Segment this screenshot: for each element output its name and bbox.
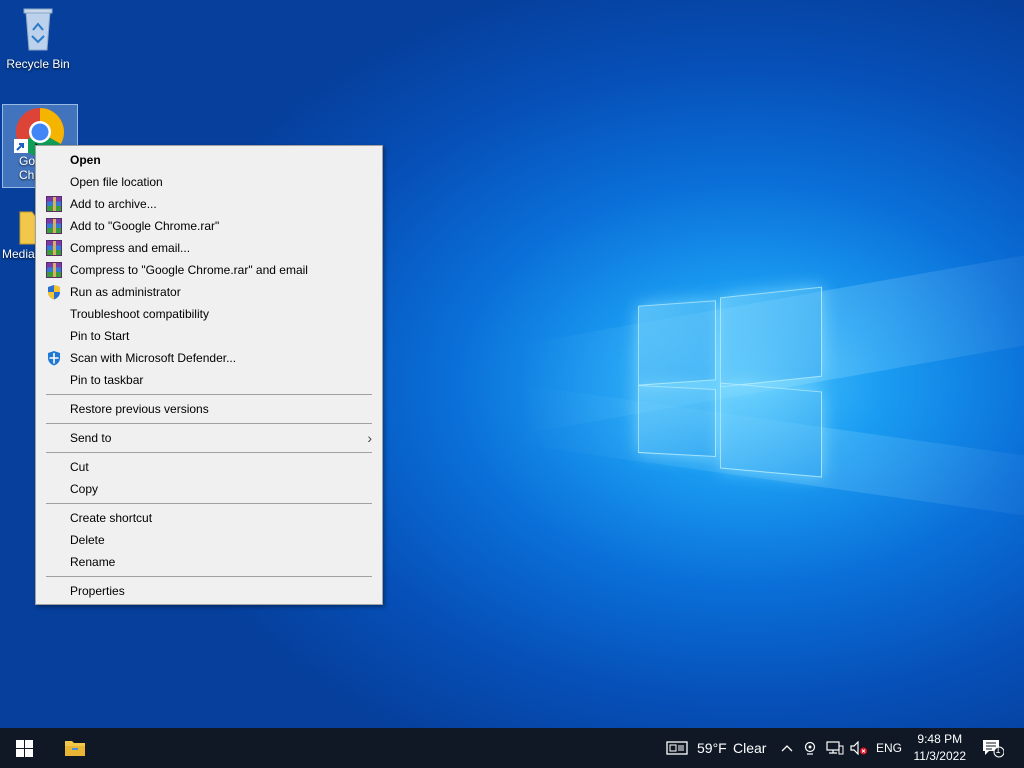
menu-item-label: Compress to "Google Chrome.rar" and emai… — [70, 263, 308, 277]
news-weather-icon — [666, 741, 688, 755]
weather-widget-icon-wrap[interactable] — [664, 728, 690, 768]
desktop-icon-media[interactable]: Media — [0, 206, 53, 261]
recycle-bin-icon — [23, 8, 53, 51]
menu-separator — [46, 576, 372, 577]
menu-item-open[interactable]: Open — [36, 149, 382, 171]
menu-item-compress-to-rar-and-email[interactable]: Compress to "Google Chrome.rar" and emai… — [36, 259, 382, 281]
chevron-up-icon — [781, 745, 793, 752]
menu-item-label: Run as administrator — [70, 285, 181, 299]
context-menu: Open Open file location Add to archive..… — [35, 145, 383, 605]
desktop-icon-label: Recycle Bin — [6, 57, 70, 71]
menu-item-label: Copy — [70, 482, 99, 496]
taskbar-clock[interactable]: 9:48 PM 11/3/2022 — [914, 731, 967, 765]
menu-item-label: Compress and email... — [70, 241, 191, 255]
menu-item-label: Restore previous versions — [70, 402, 209, 416]
show-hidden-icons-button[interactable] — [778, 728, 796, 768]
menu-item-run-as-administrator[interactable]: Run as administrator — [36, 281, 382, 303]
menu-item-add-to-rar[interactable]: Add to "Google Chrome.rar" — [36, 215, 382, 237]
menu-item-rename[interactable]: Rename — [36, 551, 382, 573]
menu-separator — [46, 423, 372, 424]
menu-separator — [46, 503, 372, 504]
menu-item-label: Open — [70, 153, 101, 167]
menu-item-create-shortcut[interactable]: Create shortcut — [36, 507, 382, 529]
menu-item-cut[interactable]: Cut — [36, 456, 382, 478]
winrar-icon — [46, 240, 62, 256]
menu-separator — [46, 452, 372, 453]
menu-item-label: Properties — [70, 584, 125, 598]
winrar-icon — [46, 218, 62, 234]
desktop-icon-recycle-bin[interactable]: Recycle Bin — [6, 6, 70, 71]
tray-meet-now[interactable] — [800, 728, 820, 768]
menu-item-label: Scan with Microsoft Defender... — [70, 351, 237, 365]
menu-item-label: Create shortcut — [70, 511, 153, 525]
menu-item-label: Send to — [70, 431, 112, 445]
menu-item-label: Open file location — [70, 175, 163, 189]
tray-network[interactable] — [824, 728, 846, 768]
clock-time: 9:48 PM — [917, 732, 963, 746]
input-language-indicator[interactable]: ENG — [876, 728, 902, 768]
menu-item-scan-with-defender[interactable]: Scan with Microsoft Defender... — [36, 347, 382, 369]
menu-item-label: Add to "Google Chrome.rar" — [70, 219, 220, 233]
menu-item-send-to[interactable]: Send to › — [36, 427, 382, 449]
menu-item-label: Add to archive... — [70, 197, 157, 211]
menu-item-label: Pin to Start — [70, 329, 130, 343]
weather-description[interactable]: Clear — [733, 728, 766, 768]
menu-item-properties[interactable]: Properties — [36, 580, 382, 602]
tray-volume-muted[interactable] — [849, 728, 869, 768]
menu-item-add-to-archive[interactable]: Add to archive... — [36, 193, 382, 215]
menu-item-copy[interactable]: Copy — [36, 478, 382, 500]
menu-item-open-file-location[interactable]: Open file location — [36, 171, 382, 193]
winrar-icon — [46, 196, 62, 212]
menu-item-delete[interactable]: Delete — [36, 529, 382, 551]
menu-item-label: Troubleshoot compatibility — [70, 307, 209, 321]
menu-item-restore-previous-versions[interactable]: Restore previous versions — [36, 398, 382, 420]
taskbar: 59°F Clear ENG 9:48 PM 11/3/2022 1 — [0, 728, 1024, 768]
webcam-icon — [804, 741, 816, 755]
clock-date: 11/3/2022 — [913, 749, 967, 763]
desktop-icon-label: Media — [2, 247, 35, 261]
menu-item-troubleshoot-compatibility[interactable]: Troubleshoot compatibility — [36, 303, 382, 325]
weather-temperature[interactable]: 59°F — [697, 728, 727, 768]
shortcut-arrow-icon — [14, 139, 28, 153]
chevron-right-icon: › — [367, 430, 372, 446]
menu-item-label: Cut — [70, 460, 89, 474]
file-explorer-icon — [65, 741, 85, 756]
menu-separator — [46, 394, 372, 395]
menu-item-label: Rename — [70, 555, 116, 569]
defender-icon — [48, 351, 60, 366]
speaker-muted-icon — [850, 741, 867, 755]
menu-item-label: Pin to taskbar — [70, 373, 144, 387]
action-center-button[interactable]: 1 — [980, 728, 1006, 768]
network-icon — [826, 741, 844, 755]
winrar-icon — [46, 262, 62, 278]
start-button[interactable] — [0, 728, 48, 768]
taskbar-file-explorer[interactable] — [52, 728, 98, 768]
windows-start-icon — [15, 739, 33, 757]
uac-shield-icon — [48, 285, 60, 300]
notification-count-badge: 1 — [995, 745, 1001, 755]
menu-item-pin-to-taskbar[interactable]: Pin to taskbar — [36, 369, 382, 391]
menu-item-label: Delete — [70, 533, 105, 547]
menu-item-pin-to-start[interactable]: Pin to Start — [36, 325, 382, 347]
menu-item-compress-and-email[interactable]: Compress and email... — [36, 237, 382, 259]
